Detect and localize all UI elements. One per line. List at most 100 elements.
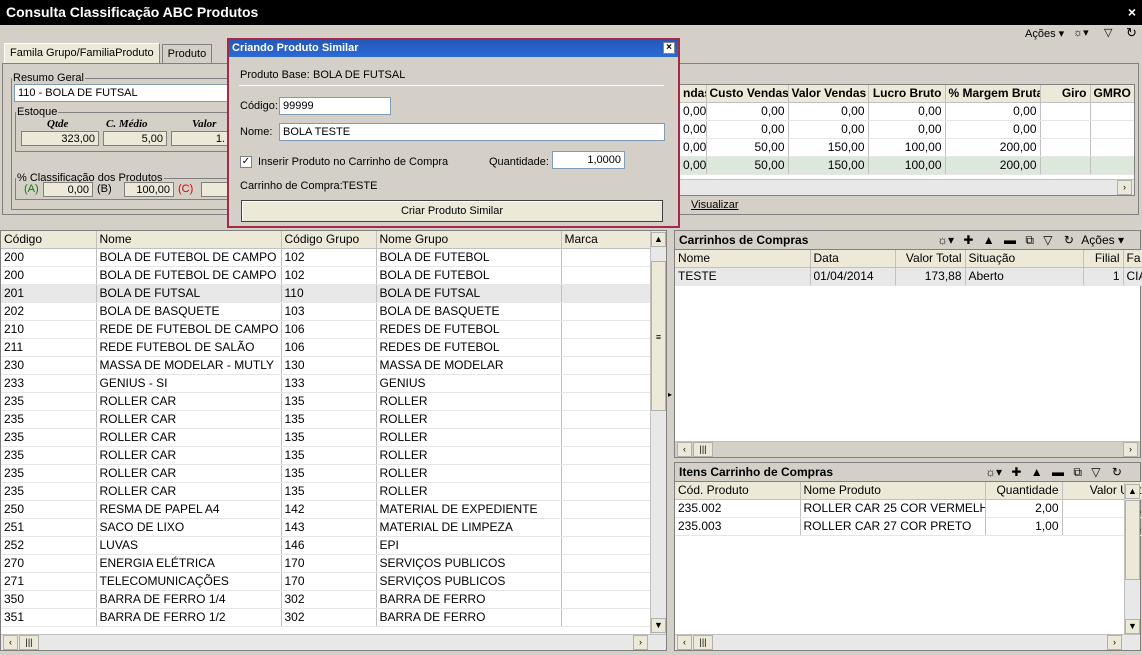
col-fa[interactable]: Fa bbox=[1123, 250, 1142, 268]
table-row[interactable]: 235.003 ROLLER CAR 27 COR PRETO 1,00 0, bbox=[675, 517, 1142, 536]
col-codigo-grupo[interactable]: Código Grupo bbox=[281, 231, 377, 249]
resumo-field[interactable]: 110 - BOLA DE FUTSAL bbox=[14, 84, 230, 102]
table-row[interactable]: 250 RESMA DE PAPEL A4 142 MATERIAL DE EXPED… bbox=[1, 500, 652, 519]
scroll-left-icon[interactable]: ‹ bbox=[677, 635, 692, 650]
col-cod-produto[interactable]: Cód. Produto bbox=[675, 482, 801, 500]
hscroll-thumb[interactable]: ||| bbox=[693, 442, 713, 457]
table-row[interactable]: 235 ROLLER CAR 135 ROLLER bbox=[1, 482, 652, 501]
visualizar-link[interactable]: Visualizar bbox=[691, 199, 739, 211]
scroll-right-icon[interactable]: › bbox=[1107, 635, 1122, 650]
table-row[interactable]: 235 ROLLER CAR 135 ROLLER bbox=[1, 392, 652, 411]
acoes-menu[interactable]: Ações ▾ bbox=[1025, 27, 1064, 40]
col-marca[interactable]: Marca bbox=[561, 231, 652, 249]
scroll-right-icon[interactable]: › bbox=[1123, 442, 1138, 457]
col-giro[interactable]: Giro bbox=[1040, 85, 1091, 103]
table-row[interactable]: 252 LUVAS 146 EPI bbox=[1, 536, 652, 555]
close-icon[interactable]: × bbox=[1128, 0, 1136, 25]
codigo-input[interactable]: 99999 bbox=[279, 97, 391, 115]
table-row[interactable]: 235 ROLLER CAR 135 ROLLER bbox=[1, 410, 652, 429]
settings-icon[interactable]: ☼▾ bbox=[1073, 26, 1089, 39]
tab-familia[interactable]: Famila Grupo/FamiliaProduto bbox=[4, 43, 160, 65]
col-margem[interactable]: % Margem Bruta bbox=[945, 85, 1041, 103]
scroll-left-icon[interactable]: ‹ bbox=[677, 442, 692, 457]
col-lucro[interactable]: Lucro Bruto bbox=[868, 85, 946, 103]
copy-icon[interactable]: ⧉ bbox=[1073, 465, 1082, 479]
col-quantidade[interactable]: Quantidade bbox=[985, 482, 1063, 500]
table-row[interactable]: 235 ROLLER CAR 135 ROLLER bbox=[1, 464, 652, 483]
col-situacao[interactable]: Situação bbox=[965, 250, 1084, 268]
col-codigo[interactable]: Código bbox=[1, 231, 97, 249]
refresh-icon[interactable]: ↻ bbox=[1112, 465, 1122, 479]
filter-icon[interactable]: ▽ bbox=[1043, 233, 1052, 247]
scroll-down-icon[interactable]: ▼ bbox=[651, 618, 666, 633]
scroll-up-icon[interactable]: ▲ bbox=[1125, 484, 1140, 499]
table-row[interactable]: 200 BOLA DE FUTEBOL DE CAMPO 102 BOLA DE FU… bbox=[1, 248, 652, 267]
scroll-right-icon[interactable]: › bbox=[1117, 180, 1132, 195]
col-ndas[interactable]: ndas bbox=[680, 85, 707, 103]
table-row[interactable]: 210 REDE DE FUTEBOL DE CAMPO 106 REDES DE F… bbox=[1, 320, 652, 339]
col-nome[interactable]: Nome bbox=[96, 231, 282, 249]
settings-icon[interactable]: ☼▾ bbox=[937, 233, 954, 247]
table-row[interactable]: 0,00 50,00 150,00 100,00 200,00 bbox=[680, 138, 1134, 157]
col-nome-grupo[interactable]: Nome Grupo bbox=[376, 231, 562, 249]
hscroll-thumb[interactable]: ||| bbox=[693, 635, 713, 650]
col-custo[interactable]: Custo Vendas bbox=[706, 85, 789, 103]
table-row[interactable]: 251 SACO DE LIXO 143 MATERIAL DE LIMPEZA bbox=[1, 518, 652, 537]
table-row[interactable]: 235 ROLLER CAR 135 ROLLER bbox=[1, 428, 652, 447]
table-row[interactable]: 350 BARRA DE FERRO 1/4 302 BARRA DE FERRO bbox=[1, 590, 652, 609]
table-row[interactable]: 233 GENIUS - SI 133 GENIUS bbox=[1, 374, 652, 393]
refresh-icon[interactable]: ↻ bbox=[1064, 233, 1074, 247]
table-row[interactable]: 201 BOLA DE FUTSAL 110 BOLA DE FUTSAL bbox=[1, 284, 652, 303]
dialog-close-icon[interactable]: × bbox=[663, 42, 675, 54]
table-row[interactable]: 230 MASSA DE MODELAR - MUTLY 130 MASSA DE M… bbox=[1, 356, 652, 375]
filter-icon[interactable]: ▽ bbox=[1091, 465, 1100, 479]
itens-hscroll[interactable]: ‹ ||| › bbox=[675, 634, 1140, 650]
add-icon[interactable]: ✚ bbox=[963, 233, 973, 247]
add-icon[interactable]: ✚ bbox=[1011, 465, 1021, 479]
col-gmro[interactable]: GMRO bbox=[1090, 85, 1134, 103]
tab-produto[interactable]: Produto bbox=[161, 44, 213, 64]
remove-icon[interactable]: ▬ bbox=[1052, 465, 1064, 479]
inserir-checkbox[interactable]: ✓ bbox=[240, 156, 252, 168]
hscroll-thumb[interactable]: ||| bbox=[19, 635, 39, 650]
summary-hscroll[interactable]: › bbox=[680, 179, 1134, 195]
scroll-thumb[interactable]: ≡ bbox=[651, 261, 666, 411]
acoes-menu[interactable]: Ações ▾ bbox=[1081, 233, 1124, 247]
table-row[interactable]: 271 TELECOMUNICAÇÕES 170 SERVIÇOS PUBLICOS bbox=[1, 572, 652, 591]
products-hscroll[interactable]: ‹ ||| › bbox=[1, 634, 666, 650]
table-row[interactable]: 351 BARRA DE FERRO 1/2 302 BARRA DE FERRO bbox=[1, 608, 652, 627]
settings-icon[interactable]: ☼▾ bbox=[985, 465, 1002, 479]
refresh-icon[interactable]: ↻ bbox=[1126, 25, 1137, 41]
col-nome-produto[interactable]: Nome Produto bbox=[800, 482, 986, 500]
col-valor[interactable]: Valor Vendas bbox=[788, 85, 869, 103]
carrinhos-hscroll[interactable]: ‹ ||| › bbox=[675, 441, 1140, 457]
itens-vscroll[interactable]: ▲ ▼ bbox=[1124, 483, 1140, 635]
copy-icon[interactable]: ⧉ bbox=[1025, 233, 1034, 247]
table-row[interactable]: 235 ROLLER CAR 135 ROLLER bbox=[1, 446, 652, 465]
col-nome[interactable]: Nome bbox=[675, 250, 811, 268]
splitter-arrow-icon[interactable]: ▸ bbox=[668, 390, 672, 399]
scroll-up-icon[interactable]: ▲ bbox=[651, 232, 666, 247]
up-icon[interactable]: ▲ bbox=[1031, 465, 1043, 479]
scroll-down-icon[interactable]: ▼ bbox=[1125, 619, 1140, 634]
up-icon[interactable]: ▲ bbox=[983, 233, 995, 247]
table-row[interactable]: 0,00 0,00 0,00 0,00 0,00 bbox=[680, 120, 1134, 139]
table-row[interactable]: 270 ENERGIA ELÉTRICA 170 SERVIÇOS PUBLICOS bbox=[1, 554, 652, 573]
col-filial[interactable]: Filial bbox=[1083, 250, 1124, 268]
criar-produto-button[interactable]: Criar Produto Similar bbox=[241, 200, 663, 222]
products-vscroll[interactable]: ▲ ≡ ▼ bbox=[650, 231, 666, 634]
table-row[interactable]: 211 REDE FUTEBOL DE SALÃO 106 REDES DE FUTE… bbox=[1, 338, 652, 357]
scroll-left-icon[interactable]: ‹ bbox=[3, 635, 18, 650]
filter-icon[interactable]: ▽ bbox=[1104, 26, 1112, 39]
col-valor-total[interactable]: Valor Total bbox=[895, 250, 966, 268]
table-row[interactable]: 202 BOLA DE BASQUETE 103 BOLA DE BASQUETE bbox=[1, 302, 652, 321]
table-row[interactable]: 200 BOLA DE FUTEBOL DE CAMPO 102 BOLA DE FU… bbox=[1, 266, 652, 285]
quantidade-input[interactable]: 1,0000 bbox=[552, 151, 625, 169]
table-row[interactable]: 0,00 0,00 0,00 0,00 0,00 bbox=[680, 102, 1134, 121]
nome-input[interactable]: BOLA TESTE bbox=[279, 123, 665, 141]
remove-icon[interactable]: ▬ bbox=[1004, 233, 1016, 247]
table-row[interactable]: 235.002 ROLLER CAR 25 COR VERMELHO 2,00 … bbox=[675, 499, 1142, 518]
scroll-right-icon[interactable]: › bbox=[633, 635, 648, 650]
scroll-thumb[interactable] bbox=[1125, 500, 1140, 580]
table-row[interactable]: TESTE 01/04/2014 173,88 Aberto 1 CIA bbox=[675, 267, 1142, 286]
